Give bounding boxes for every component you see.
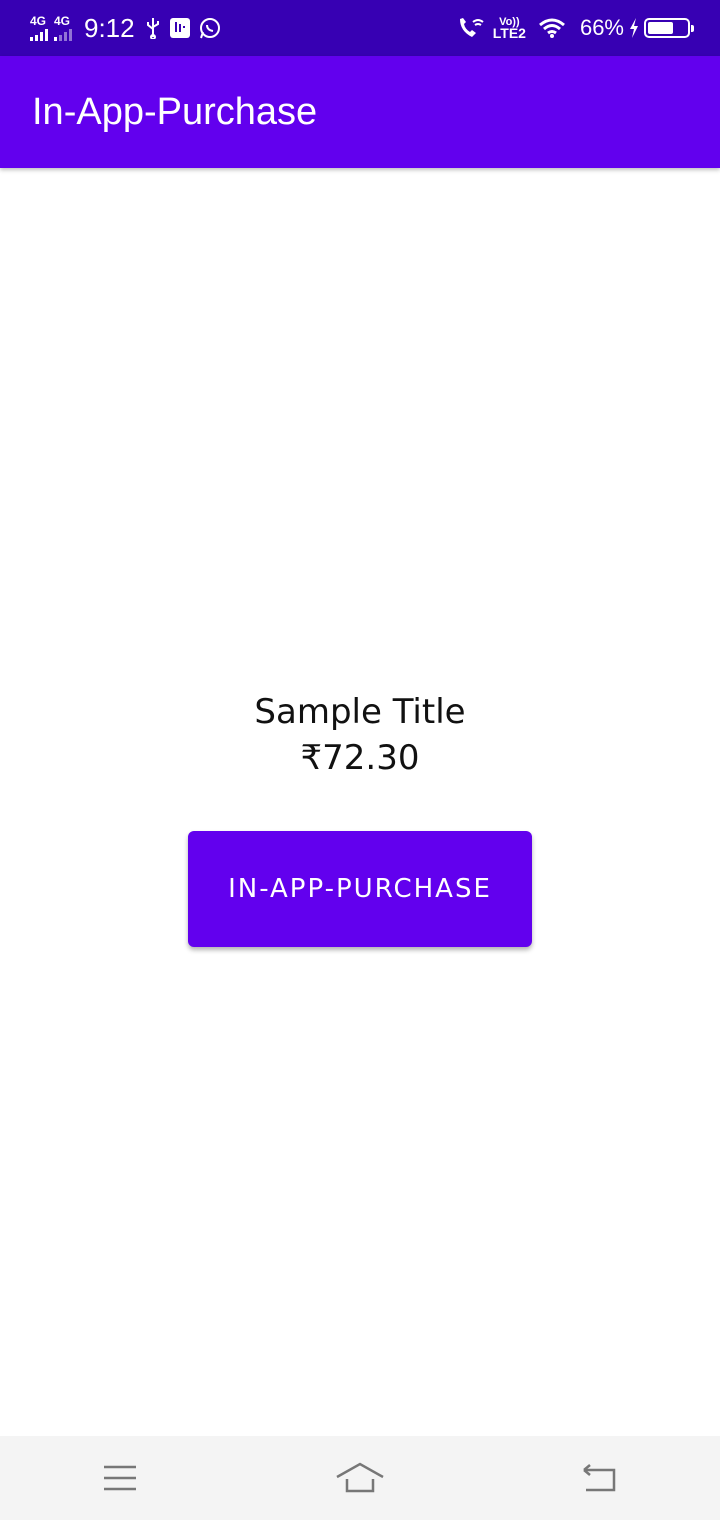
- back-button[interactable]: [560, 1448, 640, 1508]
- wifi-calling-icon: [457, 16, 485, 40]
- usb-icon: [145, 17, 161, 39]
- usb-debug-icon: [169, 17, 191, 39]
- status-bar-right: Vo)) LTE2 66%: [457, 15, 694, 41]
- home-button[interactable]: [320, 1448, 400, 1508]
- battery-fill: [648, 22, 674, 34]
- sim1-network-tag: 4G: [30, 14, 47, 28]
- back-icon: [583, 1464, 616, 1492]
- charging-icon: [628, 17, 640, 39]
- product-title: Sample Title: [254, 692, 466, 732]
- sim1-signal-icon: 4G: [30, 15, 48, 41]
- volte-indicator: Vo)) LTE2: [492, 17, 526, 41]
- main-content: Sample Title ₹72.30 IN-APP-PURCHASE: [0, 168, 720, 1436]
- in-app-purchase-button[interactable]: IN-APP-PURCHASE: [188, 831, 532, 947]
- status-bar-left: 4G 4G 9:12: [30, 13, 229, 44]
- menu-button[interactable]: [80, 1448, 160, 1508]
- app-title: In-App-Purchase: [32, 90, 318, 133]
- battery-icon: [644, 18, 694, 38]
- status-bar: 4G 4G 9:12 Vo)) LTE2 66%: [0, 0, 720, 56]
- sim2-signal-icon: 4G: [54, 15, 72, 41]
- app-bar: In-App-Purchase: [0, 56, 720, 168]
- battery-percent: 66%: [579, 15, 624, 40]
- status-time: 9:12: [84, 12, 135, 43]
- wifi-icon: [538, 17, 568, 39]
- home-icon: [336, 1462, 384, 1493]
- sim2-network-tag: 4G: [54, 14, 71, 28]
- menu-icon: [104, 1465, 136, 1491]
- product-price: ₹72.30: [300, 738, 420, 778]
- navigation-bar: [0, 1436, 720, 1520]
- whatsapp-icon: [199, 17, 221, 39]
- lte-label: LTE2: [492, 25, 526, 41]
